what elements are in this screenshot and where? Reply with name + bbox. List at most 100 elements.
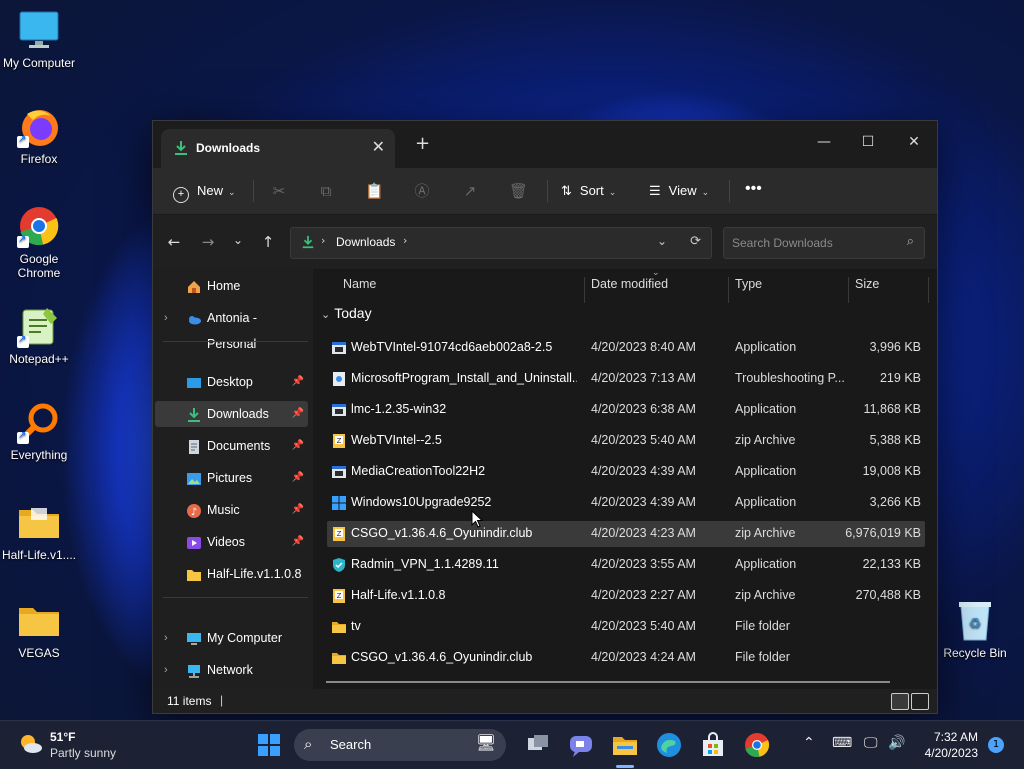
file-date: 4/20/2023 2:27 AM [591, 588, 696, 602]
network-icon [186, 662, 202, 678]
cut-icon[interactable]: ✂ [270, 182, 288, 200]
weather-icon[interactable] [16, 731, 44, 757]
chevron-right-icon[interactable]: › [164, 305, 168, 331]
column-header-date[interactable]: Date modified [591, 277, 668, 291]
paste-icon[interactable]: 📋 [365, 182, 384, 200]
tiles-view-icon[interactable] [911, 693, 929, 710]
search-box[interactable]: Search Downloads ⌕ [723, 227, 925, 259]
sidebar-item-downloads[interactable]: Downloads 📌 [155, 401, 308, 427]
sidebar-item-onedrive[interactable]: › Antonia - Personal [155, 305, 308, 351]
sidebar-item-pictures[interactable]: Pictures 📌 [155, 465, 308, 491]
edge-icon[interactable] [655, 731, 683, 759]
file-row[interactable]: MicrosoftProgram_Install_and_Uninstall..… [327, 366, 925, 392]
cloud-icon [186, 310, 202, 326]
up-icon[interactable]: ↑ [257, 233, 279, 253]
desktop-icon-notepadpp[interactable]: Notepad++ [0, 304, 78, 366]
minimize-icon[interactable]: — [801, 127, 847, 157]
column-header-size[interactable]: Size [855, 277, 879, 291]
column-divider[interactable] [928, 277, 929, 303]
address-path[interactable]: Downloads [336, 235, 395, 249]
back-icon[interactable]: ← [163, 233, 185, 253]
file-row[interactable]: Z WebTVIntel--2.5 4/20/2023 5:40 AM zip Arc… [327, 428, 925, 454]
new-button[interactable]: + New ⌄ [173, 178, 236, 204]
file-size: 3,266 KB [869, 495, 921, 509]
pin-icon[interactable]: 📌 [292, 497, 304, 523]
column-header-name[interactable]: Name [343, 277, 376, 291]
pin-icon[interactable]: 📌 [292, 433, 304, 459]
more-options-icon[interactable]: ••• [745, 176, 762, 202]
sidebar-item-music[interactable]: ♪ Music 📌 [155, 497, 308, 523]
column-header-type[interactable]: Type [735, 277, 762, 291]
file-row[interactable]: lmc-1.2.35-win32 4/20/2023 6:38 AM Applica… [327, 397, 925, 423]
desktop-icon-firefox[interactable]: Firefox [0, 104, 78, 166]
chevron-right-icon[interactable]: › [164, 625, 168, 651]
column-divider[interactable] [584, 277, 585, 303]
pin-icon[interactable]: 📌 [292, 369, 304, 395]
file-name: WebTVIntel-91074cd6aeb002a8-2.5 [351, 340, 553, 354]
chrome-taskbar-icon[interactable] [743, 731, 771, 759]
file-row[interactable]: Windows10Upgrade9252 4/20/2023 4:39 AM App… [327, 490, 925, 516]
forward-icon[interactable]: → [197, 233, 219, 253]
weather-description[interactable]: Partly sunny [50, 746, 116, 760]
taskbar-search[interactable]: ⌕ Search 🖥 [294, 729, 506, 761]
sidebar-item-half-life[interactable]: Half-Life.v1.1.0.8 [155, 561, 308, 587]
close-tab-icon[interactable]: ✕ [372, 137, 385, 156]
sidebar-item-my-computer[interactable]: › My Computer [155, 625, 308, 651]
network-status-icon[interactable]: 🖵 [864, 735, 878, 751]
sidebar-item-network[interactable]: › Network [155, 657, 308, 683]
chevron-down-icon[interactable]: ⌄ [657, 234, 667, 248]
group-header-today[interactable]: ⌄ Today [321, 305, 372, 321]
weather-temperature[interactable]: 51°F [50, 730, 75, 744]
pin-icon[interactable]: 📌 [292, 529, 304, 555]
desktop-icon-recycle-bin[interactable]: ♻ Recycle Bin [936, 598, 1014, 660]
file-row[interactable]: Radmin_VPN_1.1.4289.11 4/20/2023 3:55 AM A… [327, 552, 925, 578]
rename-icon[interactable]: Ⓐ [413, 182, 431, 200]
address-bar[interactable]: › Downloads › ⌄ ⟳ [290, 227, 712, 259]
sidebar-item-home[interactable]: Home [155, 273, 308, 299]
sidebar-item-desktop[interactable]: Desktop 📌 [155, 369, 308, 395]
sidebar-item-videos[interactable]: Videos 📌 [155, 529, 308, 555]
keyboard-icon[interactable]: ⌨ [832, 735, 852, 751]
file-row[interactable]: CSGO_v1.36.4.6_Oyunindir.club 4/20/2023 4… [327, 645, 925, 671]
maximize-icon[interactable]: ☐ [845, 127, 891, 157]
desktop-icon-google-chrome[interactable]: Google Chrome [0, 204, 78, 280]
desktop-icon-everything[interactable]: Everything [0, 400, 78, 462]
store-icon[interactable] [699, 731, 727, 759]
view-button[interactable]: ☰ View ⌄ [649, 178, 709, 204]
show-hidden-icons-icon[interactable]: ⌃ [803, 735, 815, 751]
start-icon[interactable] [255, 731, 283, 759]
share-icon[interactable]: ↗ [461, 182, 479, 200]
pin-icon[interactable]: 📌 [292, 465, 304, 491]
recent-locations-icon[interactable]: ⌄ [227, 233, 249, 253]
refresh-icon[interactable]: ⟳ [690, 234, 701, 249]
file-row[interactable]: tv 4/20/2023 5:40 AM File folder [327, 614, 925, 640]
close-window-icon[interactable]: ✕ [891, 127, 937, 157]
file-row[interactable]: Z Half-Life.v1.1.0.8 4/20/2023 2:27 AM zip … [327, 583, 925, 609]
file-row[interactable]: WebTVIntel-91074cd6aeb002a8-2.5 4/20/2023… [327, 335, 925, 361]
copy-icon[interactable]: ⧉ [317, 182, 335, 200]
search-input[interactable]: Search Downloads [732, 236, 833, 250]
notification-badge[interactable]: 1 [988, 737, 1004, 753]
volume-icon[interactable]: 🔊 [888, 735, 905, 751]
task-view-icon[interactable] [524, 731, 552, 759]
sort-button[interactable]: ⇅ Sort ⌄ [561, 178, 616, 204]
column-divider[interactable] [848, 277, 849, 303]
new-tab-icon[interactable]: + [415, 133, 430, 154]
file-row[interactable]: MediaCreationTool22H2 4/20/2023 4:39 AM Ap… [327, 459, 925, 485]
search-icon[interactable]: ⌕ [907, 234, 914, 249]
chevron-right-icon[interactable]: › [164, 657, 168, 683]
pin-icon[interactable]: 📌 [292, 401, 304, 427]
sidebar-item-documents[interactable]: Documents 📌 [155, 433, 308, 459]
desktop-icon-half-life[interactable]: Half-Life.v1.... [0, 500, 78, 562]
file-row[interactable]: Z CSGO_v1.36.4.6_Oyunindir.club 4/20/2023 … [327, 521, 925, 547]
desktop-icon-vegas[interactable]: VEGAS [0, 598, 78, 660]
details-view-icon[interactable] [891, 693, 909, 710]
desktop-icon-my-computer[interactable]: My Computer [0, 8, 78, 70]
file-explorer-taskbar-icon[interactable] [611, 731, 639, 759]
tab-downloads[interactable]: Downloads ✕ [161, 129, 395, 168]
column-divider[interactable] [728, 277, 729, 303]
chat-icon[interactable] [567, 731, 595, 759]
delete-icon[interactable]: 🗑 [509, 182, 528, 200]
system-clock[interactable]: 7:32 AM 4/20/2023 [925, 729, 978, 761]
horizontal-scrollbar[interactable] [326, 681, 890, 683]
